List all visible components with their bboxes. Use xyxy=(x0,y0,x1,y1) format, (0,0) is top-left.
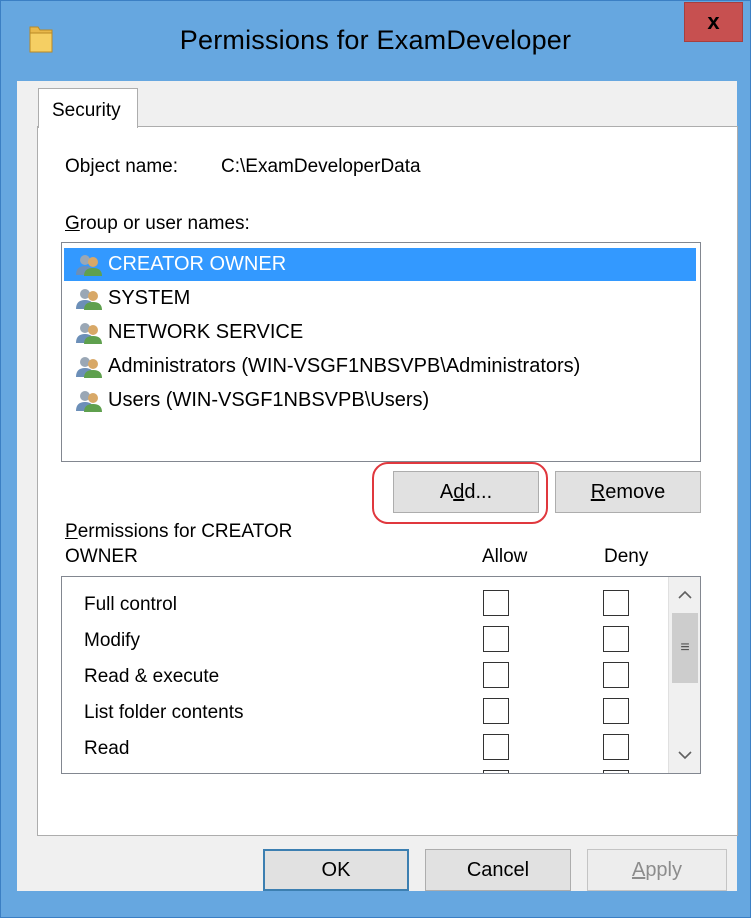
permissions-title-line1: Permissions for CREATOR xyxy=(65,521,292,543)
permission-row: Modify xyxy=(62,622,662,658)
permissions-title-text: ermissions for CREATOR xyxy=(77,521,293,542)
scroll-down-button[interactable] xyxy=(669,739,700,771)
close-button[interactable]: x xyxy=(684,2,743,42)
allow-checkbox[interactable] xyxy=(483,734,509,760)
permission-name: Full control xyxy=(84,594,177,615)
deny-checkbox[interactable] xyxy=(603,734,629,760)
permission-name: List folder contents xyxy=(84,702,244,723)
deny-checkbox[interactable] xyxy=(603,662,629,688)
ok-button[interactable]: OK xyxy=(263,849,409,891)
scroll-thumb[interactable]: ≡ xyxy=(672,613,698,683)
permission-row-partial xyxy=(62,766,662,773)
deny-column-header: Deny xyxy=(604,546,649,567)
permission-name: Modify xyxy=(84,630,140,651)
group-label-text: roup or user names: xyxy=(79,213,250,234)
list-item-label: Users (WIN-VSGF1NBSVPB\Users) xyxy=(108,389,430,411)
grip-icon: ≡ xyxy=(680,639,690,656)
scroll-up-button[interactable] xyxy=(669,579,700,611)
remove-button-hotkey: R xyxy=(590,480,606,503)
remove-button[interactable]: Remove xyxy=(555,471,701,513)
deny-checkbox[interactable] xyxy=(603,590,629,616)
deny-checkbox[interactable] xyxy=(603,770,629,773)
deny-checkbox[interactable] xyxy=(603,626,629,652)
users-group-icon xyxy=(76,254,102,276)
list-item-administrators[interactable]: Administrators (WIN-VSGF1NBSVPB\Administ… xyxy=(64,350,696,383)
add-button-post: d... xyxy=(464,480,493,503)
add-button-hotkey: d xyxy=(453,480,465,503)
add-button[interactable]: Ad d... xyxy=(393,471,539,513)
permission-row: Read & execute xyxy=(62,658,662,694)
chevron-down-icon xyxy=(678,751,692,760)
object-name-value: C:\ExamDeveloperData xyxy=(221,156,421,177)
close-icon: x xyxy=(707,9,720,34)
allow-checkbox[interactable] xyxy=(483,626,509,652)
list-item-network-service[interactable]: NETWORK SERVICE xyxy=(64,316,696,349)
apply-button[interactable]: Apply xyxy=(587,849,727,891)
group-label-hotkey: G xyxy=(65,213,80,234)
list-item-system[interactable]: SYSTEM xyxy=(64,282,696,315)
allow-checkbox[interactable] xyxy=(483,698,509,724)
users-group-icon xyxy=(76,322,102,344)
allow-checkbox[interactable] xyxy=(483,662,509,688)
list-item-label: NETWORK SERVICE xyxy=(108,321,304,343)
permissions-title-hotkey: P xyxy=(65,521,78,542)
permissions-dialog: Permissions for ExamDeveloper x Security… xyxy=(0,0,751,918)
permission-name: Read xyxy=(84,738,130,759)
vertical-scrollbar[interactable]: ≡ xyxy=(668,577,700,773)
cancel-button[interactable]: Cancel xyxy=(425,849,571,891)
remove-button-text: emove xyxy=(605,480,666,503)
permissions-table[interactable]: Full control Modify Read & execute List … xyxy=(61,576,701,774)
permissions-title-line2: OWNER xyxy=(65,546,138,567)
users-group-icon xyxy=(76,356,102,378)
group-user-list[interactable]: CREATOR OWNER SYSTEM NETWORK SERVICE Adm… xyxy=(61,242,701,462)
allow-checkbox[interactable] xyxy=(483,590,509,616)
allow-checkbox[interactable] xyxy=(483,770,509,773)
permission-name: Read & execute xyxy=(84,666,220,687)
tab-security[interactable]: Security xyxy=(38,88,138,128)
object-name-label: Object name: xyxy=(65,156,178,177)
permission-row: Read xyxy=(62,730,662,766)
list-item-creator-owner[interactable]: CREATOR OWNER xyxy=(64,248,696,281)
apply-button-text: pply xyxy=(645,858,683,881)
apply-button-hotkey: A xyxy=(631,858,646,881)
list-item-label: Administrators (WIN-VSGF1NBSVPB\Administ… xyxy=(108,355,581,377)
deny-checkbox[interactable] xyxy=(603,698,629,724)
list-item-label: SYSTEM xyxy=(108,287,191,309)
add-button-pre: A xyxy=(439,480,454,503)
users-group-icon xyxy=(76,288,102,310)
window-title: Permissions for ExamDeveloper xyxy=(179,25,572,55)
permission-row: Full control xyxy=(62,586,662,622)
list-item-label: CREATOR OWNER xyxy=(108,253,287,275)
title-bar[interactable]: Permissions for ExamDeveloper x xyxy=(1,1,750,81)
permission-row: List folder contents xyxy=(62,694,662,730)
group-list-label: Group or user names: xyxy=(65,213,250,235)
users-group-icon xyxy=(76,390,102,412)
dialog-body: Security Object name: C:\ExamDeveloperDa… xyxy=(17,81,738,891)
list-item-users[interactable]: Users (WIN-VSGF1NBSVPB\Users) xyxy=(64,384,696,417)
chevron-up-icon xyxy=(678,590,692,599)
allow-column-header: Allow xyxy=(482,546,528,567)
